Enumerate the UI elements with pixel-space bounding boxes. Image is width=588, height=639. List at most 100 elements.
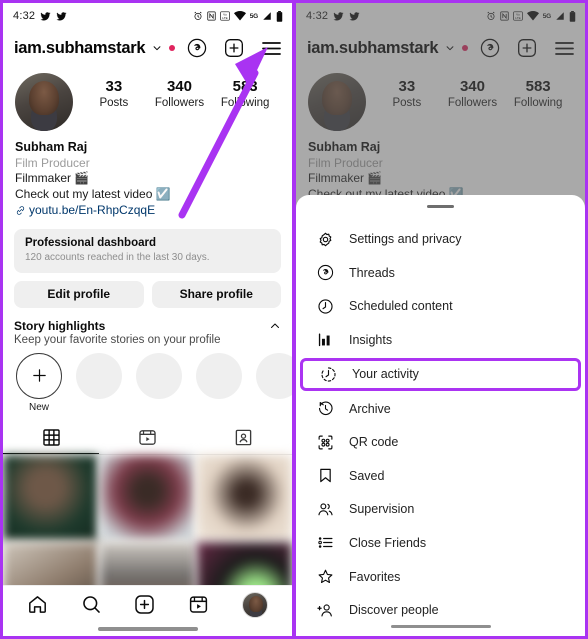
volte-icon: VoLTE [220,11,230,21]
menu-item-settings-and-privacy[interactable]: Settings and privacy [296,222,585,256]
bio-display-name: Subham Raj [308,140,381,154]
status-bar: 4:32 Vo LTE 5G [296,3,585,29]
menu-item-archive[interactable]: Archive [296,392,585,426]
menu-item-label: Insights [349,332,393,347]
profile-summary: 33 Posts 340 Followers 583 Following [3,67,292,131]
stat-label: Following [513,97,563,110]
favorites-star-icon [316,568,335,585]
scheduled-clock-icon [316,298,335,315]
story-highlight-placeholder[interactable] [76,352,122,399]
profile-avatar[interactable] [241,591,268,618]
story-highlights-subtitle: Keep your favorite stories on your profi… [14,333,221,346]
stat-followers[interactable]: 340 Followers [446,78,498,111]
bio-link[interactable]: youtu.be/En-RhpCzqqE [15,203,280,219]
profile-avatar[interactable] [15,73,73,131]
menu-item-scheduled-content[interactable]: Scheduled content [296,290,585,324]
grid-icon [42,429,60,446]
post-thumbnail[interactable] [99,454,196,541]
menu-item-label: Favorites [349,569,401,584]
menu-item-discover-people[interactable]: Discover people [296,593,585,627]
share-profile-button[interactable]: Share profile [151,280,281,308]
menu-item-insights[interactable]: Insights [296,323,585,357]
status-time: 4:32 [306,10,329,22]
create-icon[interactable] [134,594,155,615]
profile-username[interactable]: iam.subhamstark [14,39,146,58]
stat-label: Posts [99,97,129,110]
battery-icon [569,10,576,22]
story-highlights-row: New [3,346,292,413]
left-phone-screen: 4:32 Vo LTE 5G iam.subhamstark 33 Posts … [0,0,294,639]
chevron-up-icon[interactable] [269,320,281,332]
threads-icon[interactable] [480,38,500,58]
chevron-down-icon[interactable] [445,43,455,53]
post-thumbnail[interactable] [196,454,292,541]
stat-followers[interactable]: 340 Followers [153,78,205,111]
tab-tagged[interactable] [196,422,292,454]
threads-icon[interactable] [187,38,207,58]
insights-bar-icon [316,331,335,348]
menu-item-favorites[interactable]: Favorites [296,560,585,594]
stat-posts[interactable]: 33 Posts [88,78,140,111]
profile-username[interactable]: iam.subhamstark [307,39,439,58]
story-highlight-placeholder[interactable] [256,352,292,399]
header-actions [187,38,282,58]
profile-stats: 33 Posts 340 Followers 583 Following [73,73,280,111]
bio-line-2: Check out my latest video ☑️ [15,187,171,202]
archive-icon [316,400,335,417]
home-indicator [390,624,491,628]
menu-item-supervision[interactable]: Supervision [296,493,585,527]
profile-bio: Subham Raj Film Producer Filmmaker 🎬 Che… [3,131,292,219]
story-highlight-new[interactable]: New [16,352,62,413]
story-highlights-title: Story highlights [14,318,106,333]
tagged-icon [236,430,252,446]
menu-item-close-friends[interactable]: Close Friends [296,526,585,560]
bio-category: Film Producer [15,155,90,170]
tab-grid[interactable] [3,422,100,454]
network-label: 5G [542,12,551,20]
menu-item-label: Archive [349,401,391,416]
bottom-navigation [3,585,292,636]
status-bar-left: 4:32 [306,10,360,22]
post-thumbnail[interactable] [3,454,99,541]
home-icon[interactable] [27,594,48,615]
tab-reels[interactable] [99,422,195,454]
svg-text:LTE: LTE [222,16,227,20]
hamburger-menu-icon[interactable] [554,40,575,57]
status-bar: 4:32 Vo LTE 5G [3,3,292,29]
story-highlight-placeholder[interactable] [136,352,182,399]
svg-text:LTE: LTE [515,16,520,20]
menu-item-qr-code[interactable]: QR code [296,425,585,459]
stat-value: 33 [105,78,123,95]
add-post-icon[interactable] [224,38,244,58]
bio-link-text: youtu.be/En-RhpCzqqE [29,202,156,217]
nfc-icon [500,11,509,21]
stat-label: Posts [392,97,422,110]
edit-profile-button[interactable]: Edit profile [14,280,144,308]
chevron-down-icon[interactable] [152,43,162,53]
placeholder-circle [196,352,242,399]
bottom-nav-icons [3,589,292,620]
hamburger-menu-icon[interactable] [261,40,282,57]
your-activity-icon [319,366,338,383]
stat-following[interactable]: 583 Following [219,78,271,111]
professional-dashboard-card[interactable]: Professional dashboard 120 accounts reac… [14,228,281,273]
stat-posts[interactable]: 33 Posts [381,78,433,111]
menu-item-saved[interactable]: Saved [296,459,585,493]
bio-line-1: Filmmaker 🎬 [15,171,90,186]
signal-icon [263,12,271,20]
menu-item-your-activity[interactable]: Your activity [300,357,581,391]
menu-bottom-sheet: Settings and privacy Threads Scheduled c… [296,195,585,636]
stat-value: 340 [459,78,485,95]
add-post-icon[interactable] [517,38,537,58]
menu-item-label: QR code [349,435,399,450]
stat-value: 583 [525,78,551,95]
stat-following[interactable]: 583 Following [512,78,564,111]
story-highlight-placeholder[interactable] [196,352,242,399]
search-icon[interactable] [81,594,102,615]
profile-avatar[interactable] [308,73,366,131]
reels-icon[interactable] [188,594,209,615]
twitter-icon [349,11,360,20]
menu-item-threads[interactable]: Threads [296,256,585,290]
menu-item-label: Threads [349,265,395,280]
close-friends-icon [316,534,335,551]
